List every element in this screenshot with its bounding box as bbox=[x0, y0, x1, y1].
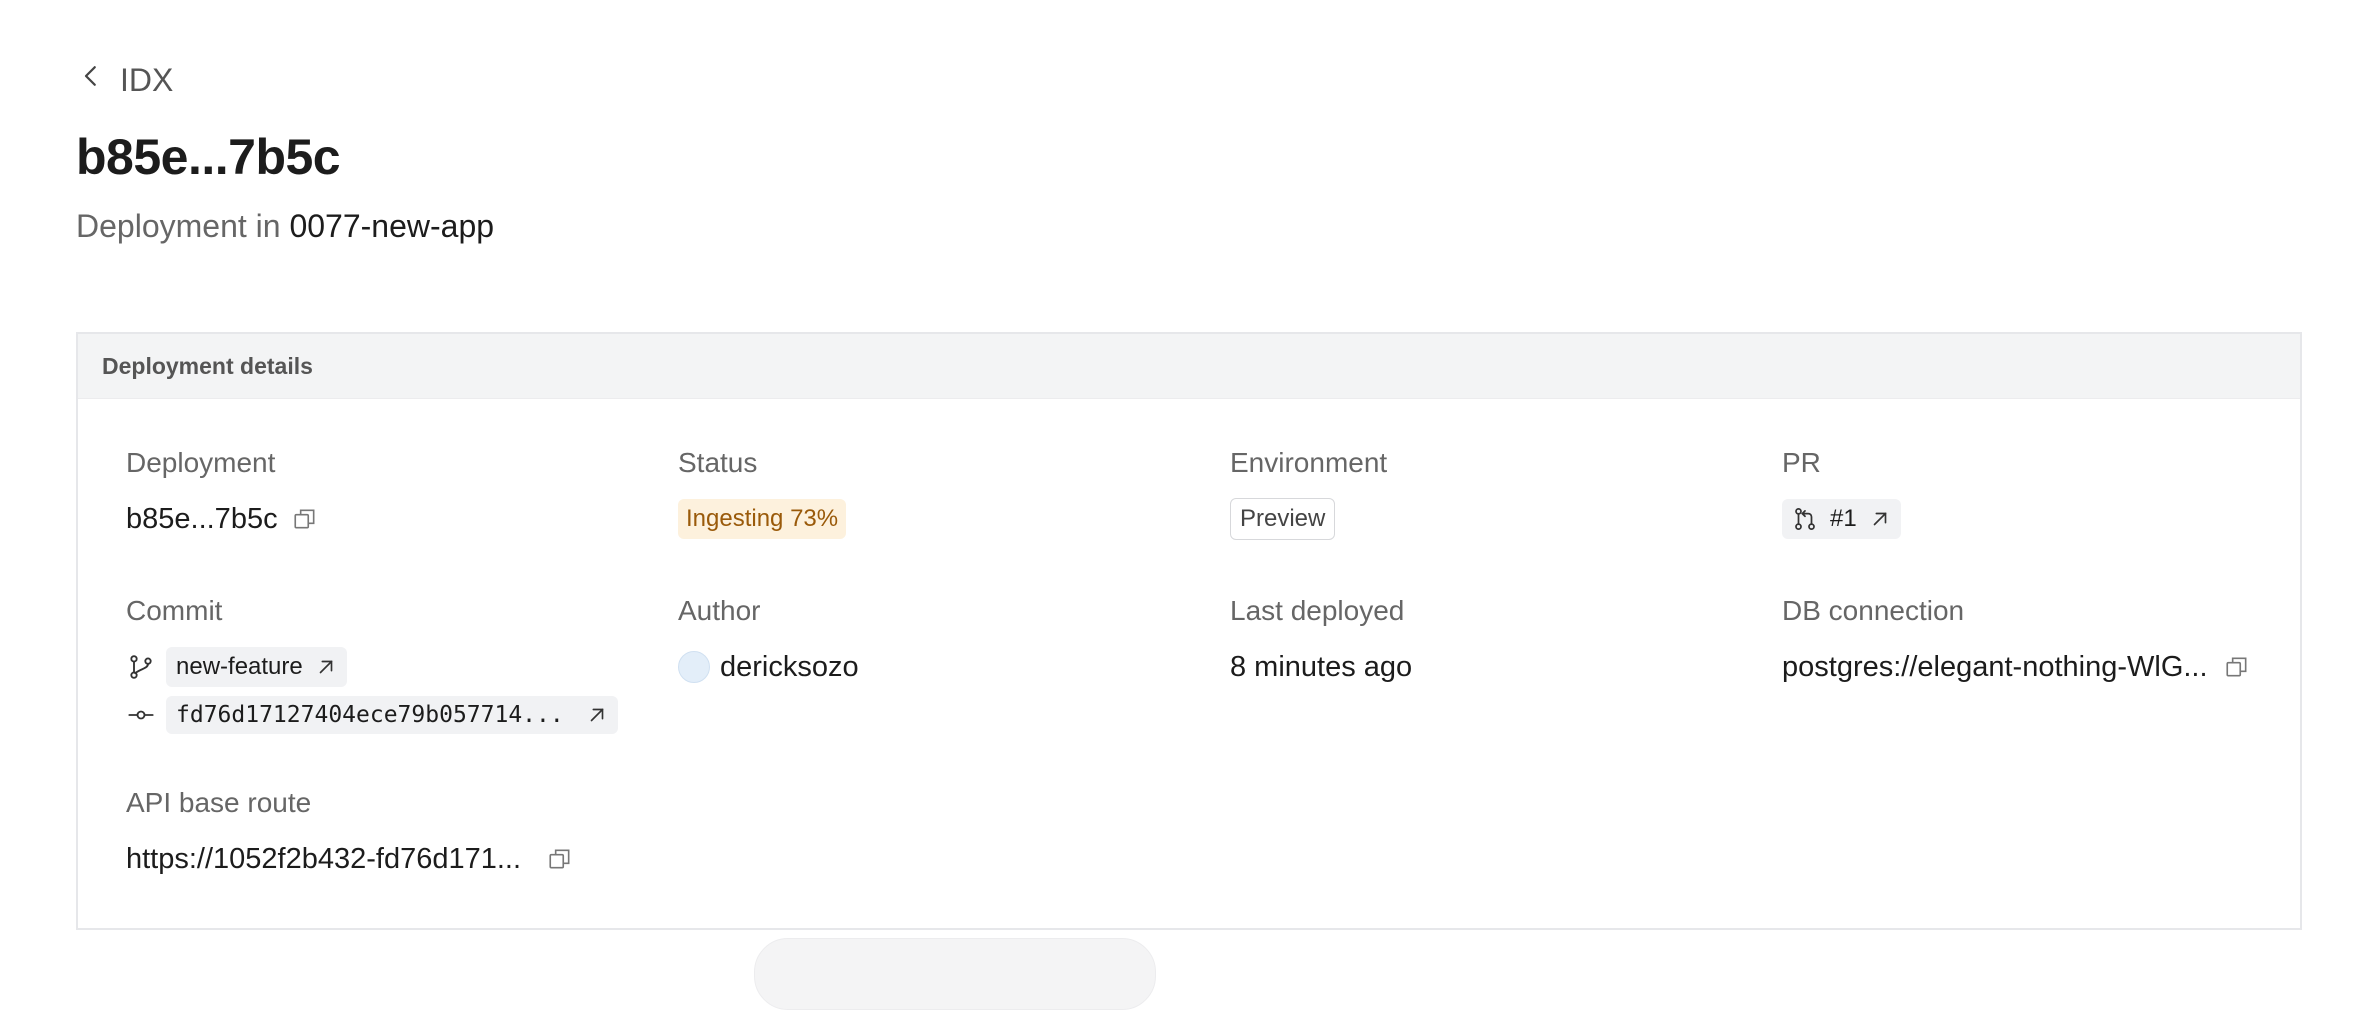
environment-label: Environment bbox=[1230, 447, 1388, 478]
db-connection-value: postgres://elegant-nothing-WlG... bbox=[1782, 650, 2208, 683]
card-header: Deployment details bbox=[78, 334, 2300, 399]
deployment-label: Deployment bbox=[126, 447, 276, 478]
chevron-left-icon bbox=[76, 61, 106, 99]
copy-icon[interactable] bbox=[547, 846, 573, 872]
last-deployed-value: 8 minutes ago bbox=[1230, 650, 1413, 683]
external-link-icon bbox=[315, 656, 337, 678]
pr-field: PR #1 bbox=[1782, 446, 1901, 539]
avatar bbox=[678, 651, 710, 683]
back-link[interactable]: IDX bbox=[76, 56, 173, 104]
api-base-route-label: API base route bbox=[126, 787, 312, 818]
last-deployed-field: Last deployed 8 minutes ago bbox=[1230, 594, 1412, 686]
author-field: Author dericksozo bbox=[678, 594, 859, 686]
deployment-value: b85e...7b5c bbox=[126, 502, 278, 535]
deployment-details-card: Deployment details Deployment b85e...7b5… bbox=[76, 332, 2302, 930]
author-name: dericksozo bbox=[720, 650, 859, 683]
author-label: Author bbox=[678, 595, 761, 626]
status-badge: Ingesting 73% bbox=[678, 499, 847, 539]
external-link-icon bbox=[586, 704, 608, 726]
commit-sha-link[interactable]: fd76d17127404ece79b057714... bbox=[166, 696, 618, 734]
environment-badge: Preview bbox=[1230, 498, 1336, 540]
deployment-field: Deployment b85e...7b5c bbox=[126, 446, 318, 538]
db-connection-label: DB connection bbox=[1782, 595, 1965, 626]
pr-link[interactable]: #1 bbox=[1782, 499, 1901, 539]
commit-field: Commit new-feature fd76d17127404ece79b05… bbox=[126, 594, 618, 734]
branch-link[interactable]: new-feature bbox=[166, 647, 347, 687]
external-link-icon bbox=[1869, 508, 1891, 530]
page-title: b85e...7b5c bbox=[76, 129, 341, 185]
commit-sha: fd76d17127404ece79b057714... bbox=[176, 702, 564, 728]
back-link-label: IDX bbox=[120, 61, 174, 98]
subtitle-prefix: Deployment in bbox=[76, 208, 281, 244]
commit-icon bbox=[126, 701, 156, 729]
pull-request-icon bbox=[1792, 506, 1818, 532]
commit-label: Commit bbox=[126, 595, 223, 626]
project-name: 0077-new-app bbox=[289, 208, 495, 244]
copy-icon[interactable] bbox=[2224, 654, 2250, 680]
copy-icon[interactable] bbox=[292, 506, 318, 532]
branch-icon bbox=[126, 653, 156, 681]
environment-field: Environment Preview bbox=[1230, 446, 1388, 540]
api-base-route-value: https://1052f2b432-fd76d171... bbox=[126, 842, 522, 875]
status-field: Status Ingesting 73% bbox=[678, 446, 847, 539]
status-label: Status bbox=[678, 447, 758, 478]
pr-label: PR bbox=[1782, 447, 1821, 478]
floating-toolbar[interactable] bbox=[754, 938, 1156, 1010]
branch-name: new-feature bbox=[176, 653, 303, 680]
page-subtitle: Deployment in 0077-new-app bbox=[76, 208, 494, 245]
pr-number: #1 bbox=[1830, 505, 1857, 532]
api-base-route-field: API base route https://1052f2b432-fd76d1… bbox=[126, 786, 573, 878]
last-deployed-label: Last deployed bbox=[1230, 595, 1405, 626]
db-connection-field: DB connection postgres://elegant-nothing… bbox=[1782, 594, 2250, 686]
